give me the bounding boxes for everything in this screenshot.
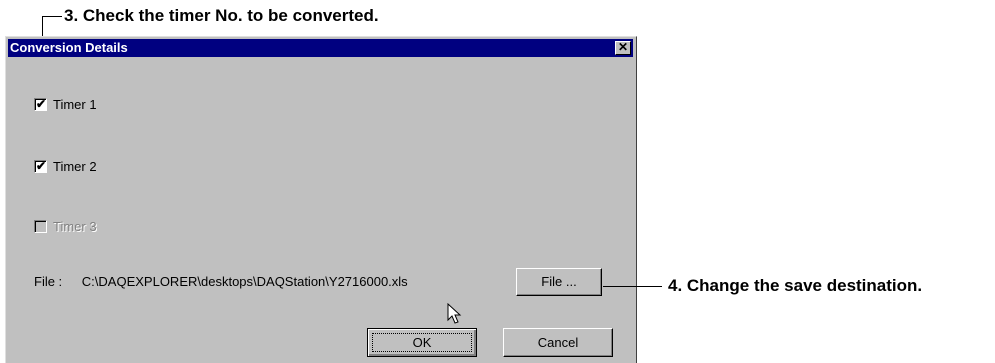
close-button[interactable]: ✕ xyxy=(615,41,631,55)
file-path: C:\DAQEXPLORER\desktops\DAQStation\Y2716… xyxy=(81,274,408,289)
checkmark-icon: ✔ xyxy=(36,96,47,111)
timer-1-checkbox[interactable]: ✔ xyxy=(34,96,47,111)
callout-step-3: 3. Check the timer No. to be converted. xyxy=(64,6,379,25)
checkmark-icon: ✔ xyxy=(36,158,47,173)
callout-step-4: 4. Change the save destination. xyxy=(668,276,923,295)
timer-2-checkbox[interactable]: ✔ xyxy=(34,158,47,173)
timer-2-label: Timer 2 xyxy=(53,158,97,174)
conversion-details-dialog: Conversion Details ✕ ✔ Timer 1 ✔ Timer 2… xyxy=(5,36,637,363)
callout-4-line xyxy=(603,286,662,287)
timer-3-checkbox xyxy=(34,219,47,233)
dialog-titlebar[interactable]: Conversion Details ✕ xyxy=(8,39,633,57)
timer-2-checkbox-row[interactable]: ✔ Timer 2 xyxy=(34,158,97,174)
timer-1-checkbox-row[interactable]: ✔ Timer 1 xyxy=(34,96,97,112)
timer-1-label: Timer 1 xyxy=(53,96,97,112)
file-path-row: File : C:\DAQEXPLORER\desktops\DAQStatio… xyxy=(34,274,408,289)
cancel-button-label: Cancel xyxy=(537,335,579,350)
timer-3-checkbox-row: Timer 3 xyxy=(34,218,97,234)
file-browse-button[interactable]: File ... xyxy=(516,268,602,296)
dialog-title: Conversion Details xyxy=(10,40,128,55)
callout-3-horizontal-line xyxy=(42,16,62,17)
timer-3-label: Timer 3 xyxy=(53,218,97,234)
ok-button[interactable]: OK xyxy=(367,328,477,357)
file-browse-button-label: File ... xyxy=(541,274,577,289)
focus-rectangle xyxy=(372,333,472,352)
cancel-button[interactable]: Cancel xyxy=(503,328,613,357)
mouse-pointer-icon xyxy=(447,302,463,330)
file-label: File : xyxy=(34,274,63,289)
close-icon: ✕ xyxy=(617,40,629,54)
